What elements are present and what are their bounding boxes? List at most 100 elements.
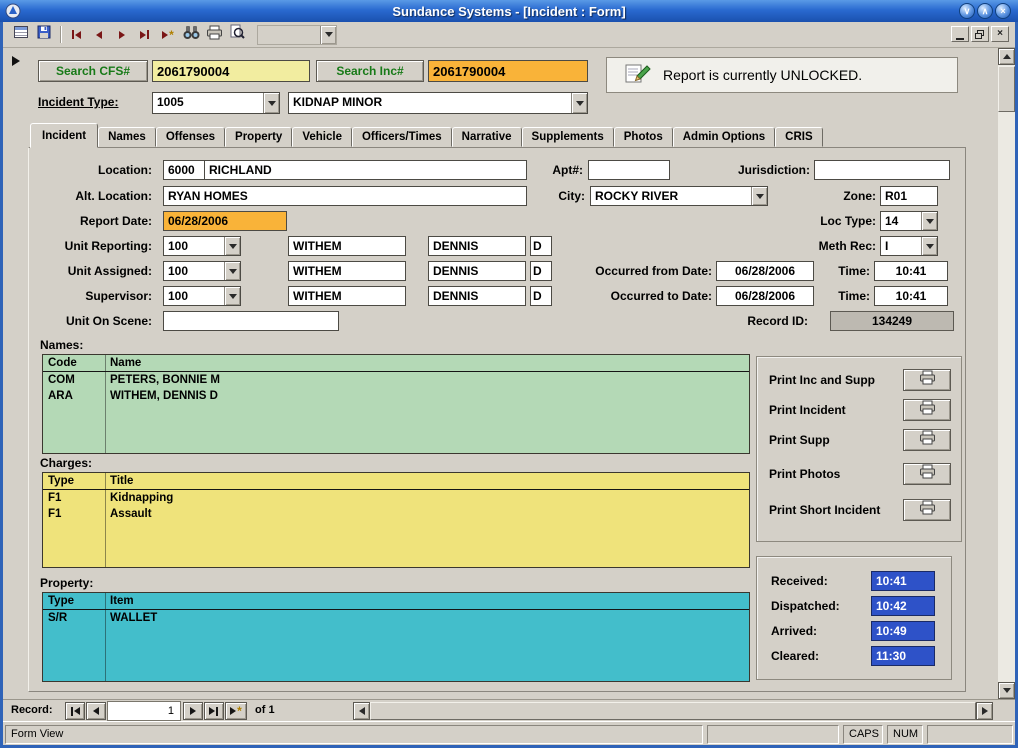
property-row[interactable]: S/R WALLET: [43, 610, 749, 626]
charges-list[interactable]: Type Title F1 Kidnapping F1 Assault: [42, 472, 750, 568]
print-inc-and-supp-button[interactable]: [903, 369, 951, 391]
nav-first-record-button[interactable]: [65, 702, 85, 720]
unit-reporting-firstname-input[interactable]: [428, 236, 526, 256]
supervisor-mi-input[interactable]: [530, 286, 552, 306]
occurred-to-time-input[interactable]: [874, 286, 948, 306]
supervisor-arrow-icon[interactable]: [224, 287, 240, 305]
supervisor-lastname-input[interactable]: [288, 286, 406, 306]
tab-supplements[interactable]: Supplements: [522, 127, 614, 147]
toolbar-combo[interactable]: [257, 25, 337, 45]
unit-assigned-lastname-input[interactable]: [288, 261, 406, 281]
vertical-scrollbar[interactable]: [998, 48, 1015, 699]
location-street-input[interactable]: [204, 160, 527, 180]
alt-location-input[interactable]: [163, 186, 527, 206]
child-restore-button[interactable]: [971, 26, 989, 42]
unit-assigned-mi-input[interactable]: [530, 261, 552, 281]
unit-reporting-mi-input[interactable]: [530, 236, 552, 256]
names-row[interactable]: COM PETERS, BONNIE M: [43, 372, 749, 388]
search-inc-button[interactable]: Search Inc#: [316, 60, 424, 82]
vertical-scrollbar-thumb[interactable]: [998, 66, 1015, 112]
incident-type-code-arrow-icon[interactable]: [263, 93, 279, 113]
jurisdiction-input[interactable]: [814, 160, 950, 180]
scroll-right-button[interactable]: [976, 702, 993, 720]
print-short-incident-button[interactable]: [903, 499, 951, 521]
tab-incident[interactable]: Incident: [30, 123, 98, 148]
nav-last-record-button[interactable]: [204, 702, 224, 720]
search-cfs-input[interactable]: [152, 60, 310, 82]
tab-names[interactable]: Names: [98, 127, 156, 147]
current-record-input[interactable]: [107, 701, 181, 721]
next-record-button[interactable]: [111, 24, 133, 45]
apt-input[interactable]: [588, 160, 670, 180]
charges-row[interactable]: F1 Kidnapping: [43, 490, 749, 506]
report-date-input[interactable]: [163, 211, 287, 231]
incident-type-desc-arrow-icon[interactable]: [571, 93, 587, 113]
tab-narrative[interactable]: Narrative: [452, 127, 522, 147]
nav-new-record-button[interactable]: *: [225, 702, 247, 720]
toolbar-combo-arrow-icon[interactable]: [320, 26, 336, 44]
child-minimize-button[interactable]: [951, 26, 969, 42]
nav-next-record-button[interactable]: [183, 702, 203, 720]
scroll-left-button[interactable]: [353, 702, 370, 720]
last-record-button[interactable]: [134, 24, 156, 45]
search-cfs-button[interactable]: Search CFS#: [38, 60, 148, 82]
names-row[interactable]: ARA WITHEM, DENNIS D: [43, 388, 749, 404]
occurred-to-date-input[interactable]: [716, 286, 814, 306]
nav-previous-record-button[interactable]: [86, 702, 106, 720]
print-button[interactable]: [203, 24, 225, 45]
print-supp-button[interactable]: [903, 429, 951, 451]
supervisor-combo[interactable]: 100: [163, 286, 241, 306]
tab-vehicle[interactable]: Vehicle: [292, 127, 352, 147]
print-photos-button[interactable]: [903, 463, 951, 485]
loc-type-combo[interactable]: 14: [880, 211, 938, 231]
incident-type-code-combo[interactable]: 1005: [152, 92, 280, 114]
minimize-button[interactable]: ∨: [959, 3, 975, 19]
unit-reporting-arrow-icon[interactable]: [224, 237, 240, 255]
supervisor-firstname-input[interactable]: [428, 286, 526, 306]
meth-rec-combo[interactable]: I: [880, 236, 938, 256]
loc-type-combo-arrow-icon[interactable]: [921, 212, 937, 230]
scroll-down-button[interactable]: [998, 682, 1015, 699]
property-list[interactable]: Type Item S/R WALLET: [42, 592, 750, 682]
status-num-indicator: NUM: [887, 725, 923, 744]
unit-assigned-firstname-input[interactable]: [428, 261, 526, 281]
location-number-input[interactable]: [163, 160, 205, 180]
unit-assigned-combo[interactable]: 100: [163, 261, 241, 281]
print-preview-button[interactable]: [226, 24, 248, 45]
occurred-from-time-input[interactable]: [874, 261, 948, 281]
close-button[interactable]: ×: [995, 3, 1011, 19]
print-incident-button[interactable]: [903, 399, 951, 421]
search-inc-input[interactable]: [428, 60, 588, 82]
restore-button[interactable]: ∧: [977, 3, 993, 19]
previous-record-button[interactable]: [88, 24, 110, 45]
save-button[interactable]: [33, 24, 55, 45]
tab-photos[interactable]: Photos: [614, 127, 673, 147]
horizontal-scrollbar-thumb[interactable]: [370, 702, 976, 720]
find-button[interactable]: [180, 24, 202, 45]
tab-offenses[interactable]: Offenses: [156, 127, 225, 147]
occurred-from-date-input[interactable]: [716, 261, 814, 281]
tab-property[interactable]: Property: [225, 127, 292, 147]
unit-reporting-lastname-input[interactable]: [288, 236, 406, 256]
tab-officers-times[interactable]: Officers/Times: [352, 127, 452, 147]
tab-admin-options[interactable]: Admin Options: [673, 127, 775, 147]
scroll-up-button[interactable]: [998, 48, 1015, 65]
meth-rec-arrow-icon[interactable]: [921, 237, 937, 255]
city-combo[interactable]: ROCKY RIVER: [590, 186, 768, 206]
zone-input[interactable]: [880, 186, 938, 206]
form-view-button[interactable]: [10, 24, 32, 45]
tab-cris[interactable]: CRIS: [775, 127, 822, 147]
unit-on-scene-input[interactable]: [163, 311, 339, 331]
incident-type-desc-combo[interactable]: KIDNAP MINOR: [288, 92, 588, 114]
unit-assigned-arrow-icon[interactable]: [224, 262, 240, 280]
supervisor-label: Supervisor:: [30, 288, 152, 304]
new-record-button[interactable]: *: [157, 24, 179, 45]
child-close-button[interactable]: ×: [991, 26, 1009, 42]
charges-row[interactable]: F1 Assault: [43, 506, 749, 522]
horizontal-scrollbar[interactable]: [353, 702, 993, 720]
titlebar[interactable]: Sundance Systems - [Incident : Form] ∨ ∧…: [0, 0, 1018, 22]
names-list[interactable]: Code Name COM PETERS, BONNIE M ARA WITHE…: [42, 354, 750, 454]
unit-reporting-combo[interactable]: 100: [163, 236, 241, 256]
city-combo-arrow-icon[interactable]: [751, 187, 767, 205]
first-record-button[interactable]: [65, 24, 87, 45]
